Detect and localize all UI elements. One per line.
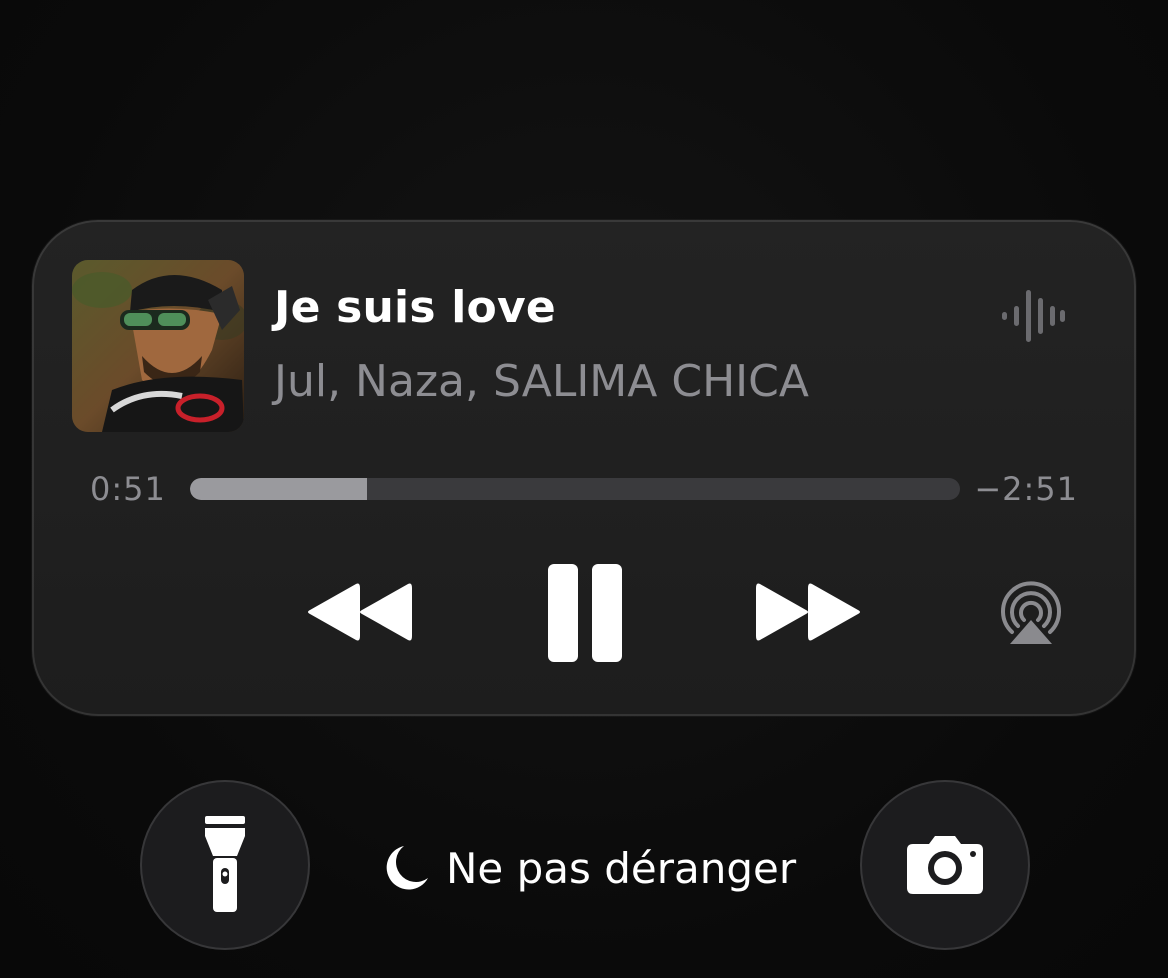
rewind-button[interactable]	[304, 580, 412, 644]
track-title: Je suis love	[274, 282, 556, 333]
airplay-button[interactable]	[996, 580, 1066, 646]
album-artwork[interactable]	[72, 260, 244, 432]
focus-do-not-disturb[interactable]: Ne pas déranger	[384, 838, 796, 898]
camera-icon	[907, 836, 983, 894]
fast-forward-button[interactable]	[756, 580, 864, 644]
playback-scrubber[interactable]	[190, 478, 960, 500]
flashlight-button[interactable]	[140, 780, 310, 950]
flashlight-icon	[205, 816, 245, 912]
camera-button[interactable]	[860, 780, 1030, 950]
elapsed-time: 0:51	[90, 470, 166, 508]
pause-button[interactable]	[546, 562, 624, 664]
track-artist: Jul, Naza, SALIMA CHICA	[274, 356, 809, 407]
now-playing-card[interactable]: Je suis love Jul, Naza, SALIMA CHICA 0:5…	[32, 220, 1136, 716]
airplay-audio-icon	[1001, 581, 1061, 644]
focus-label: Ne pas déranger	[446, 843, 797, 893]
rewind-icon	[308, 583, 412, 641]
fast-forward-icon	[756, 583, 860, 641]
playback-progress-fill	[190, 478, 368, 500]
album-artwork-image	[72, 260, 244, 432]
audio-waveform-icon	[1000, 286, 1066, 346]
pause-icon	[548, 564, 622, 662]
remaining-time: −2:51	[974, 470, 1078, 508]
moon-icon	[384, 842, 430, 894]
